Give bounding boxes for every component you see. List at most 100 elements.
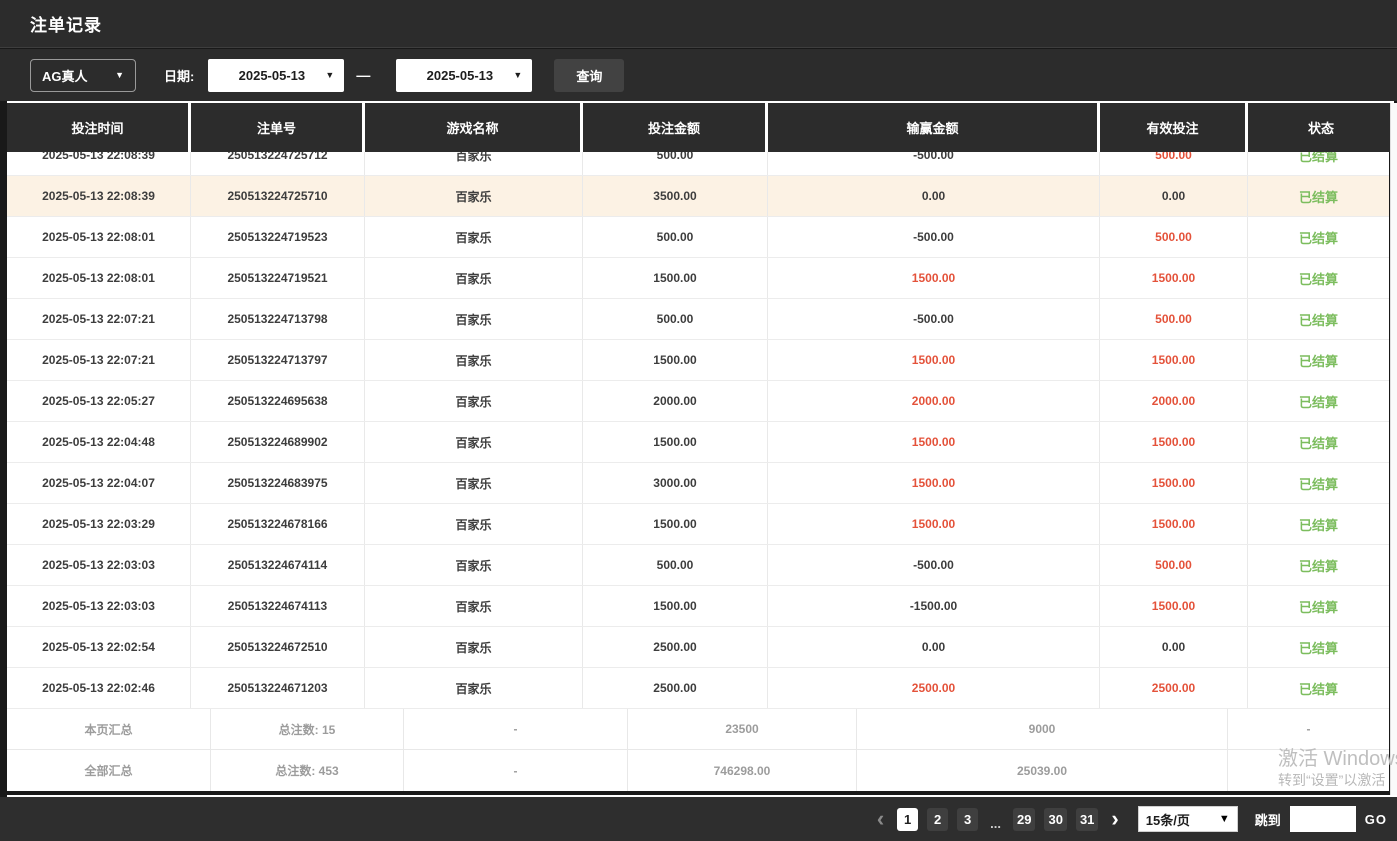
table-row[interactable]: 2025-05-13 22:03:03250513224674114百家乐500… — [7, 545, 1389, 586]
table-cell: 已结算 — [1248, 152, 1389, 175]
table-cell: 百家乐 — [365, 627, 583, 667]
table-cell: 500.00 — [583, 545, 768, 585]
table-cell: 2025-05-13 22:04:48 — [7, 422, 191, 462]
table-row[interactable]: 2025-05-13 22:05:27250513224695638百家乐200… — [7, 381, 1389, 422]
table-cell: 1500.00 — [768, 463, 1100, 503]
table-cell: 250513224719523 — [191, 217, 365, 257]
top-bar: 注单记录 — [0, 0, 1397, 48]
table-cell: 百家乐 — [365, 504, 583, 544]
table-cell: 500.00 — [583, 217, 768, 257]
table-cell: 2025-05-13 22:04:07 — [7, 463, 191, 503]
table-cell: 已结算 — [1248, 258, 1389, 298]
table-cell: 1500.00 — [768, 258, 1100, 298]
pagination-ellipsis: ... — [987, 816, 1004, 831]
table-cell: 2025-05-13 22:08:39 — [7, 176, 191, 216]
page-size-select[interactable]: 15条/页 ▼ — [1138, 806, 1238, 832]
table-cell: 已结算 — [1248, 381, 1389, 421]
jump-to-label: 跳到 — [1255, 810, 1281, 829]
table-cell: 百家乐 — [365, 586, 583, 626]
table-cell: 250513224678166 — [191, 504, 365, 544]
date-to-select[interactable]: 2025-05-13 ▼ — [396, 59, 532, 92]
table-cell: 2025-05-13 22:08:01 — [7, 217, 191, 257]
windows-activation-watermark-line1: 激活 Windows — [1278, 742, 1397, 771]
table-row[interactable]: 2025-05-13 22:02:54250513224672510百家乐250… — [7, 627, 1389, 668]
table-row[interactable]: 2025-05-13 22:08:01250513224719521百家乐150… — [7, 258, 1389, 299]
table-cell: -500.00 — [768, 545, 1100, 585]
table-row[interactable]: 2025-05-13 22:08:39250513224725710百家乐350… — [7, 176, 1389, 217]
table-row[interactable]: 2025-05-13 22:03:29250513224678166百家乐150… — [7, 504, 1389, 545]
table-cell: 已结算 — [1248, 504, 1389, 544]
query-button[interactable]: 查询 — [554, 59, 624, 92]
next-page-icon[interactable]: › — [1107, 808, 1122, 830]
table-cell: 250513224674113 — [191, 586, 365, 626]
table-cell: 0.00 — [1100, 627, 1248, 667]
table-row[interactable]: 2025-05-13 22:08:01250513224719523百家乐500… — [7, 217, 1389, 258]
chevron-down-icon: ▼ — [325, 71, 334, 80]
summary-cell: 总注数: 453 — [211, 750, 404, 791]
table-row[interactable]: 2025-05-13 22:04:48250513224689902百家乐150… — [7, 422, 1389, 463]
prev-page-icon[interactable]: ‹ — [873, 808, 888, 830]
table-cell: 3500.00 — [583, 176, 768, 216]
column-header: 投注时间 — [7, 103, 191, 152]
page-title: 注单记录 — [30, 11, 102, 36]
table-cell: 1500.00 — [583, 422, 768, 462]
vertical-scrollbar[interactable] — [1390, 103, 1397, 795]
table-cell: 已结算 — [1248, 668, 1389, 708]
table-row[interactable]: 2025-05-13 22:03:03250513224674113百家乐150… — [7, 586, 1389, 627]
table-cell: 500.00 — [583, 299, 768, 339]
table-cell: 250513224672510 — [191, 627, 365, 667]
summary-cell: 25039.00 — [857, 750, 1228, 791]
page-button-30[interactable]: 30 — [1044, 808, 1066, 831]
table-row[interactable]: 2025-05-13 22:07:21250513224713797百家乐150… — [7, 340, 1389, 381]
summary-row: 全部汇总总注数: 453-746298.0025039.00 — [7, 750, 1389, 791]
column-header: 状态 — [1248, 103, 1394, 152]
page-button-29[interactable]: 29 — [1013, 808, 1035, 831]
table-cell: 250513224671203 — [191, 668, 365, 708]
table-cell: 2025-05-13 22:07:21 — [7, 340, 191, 380]
column-header: 有效投注 — [1100, 103, 1248, 152]
table-cell: 2025-05-13 22:08:39 — [7, 152, 191, 175]
table-cell: -500.00 — [768, 217, 1100, 257]
date-from-select[interactable]: 2025-05-13 ▼ — [208, 59, 344, 92]
table-row[interactable]: 2025-05-13 22:04:07250513224683975百家乐300… — [7, 463, 1389, 504]
table-cell: 1500.00 — [583, 258, 768, 298]
table-cell: 250513224695638 — [191, 381, 365, 421]
table-cell: 2000.00 — [768, 381, 1100, 421]
column-header: 注单号 — [191, 103, 365, 152]
table-cell: 2500.00 — [768, 668, 1100, 708]
table-cell: 250513224713798 — [191, 299, 365, 339]
table-cell: 已结算 — [1248, 422, 1389, 462]
game-select[interactable]: AG真人 ▼ — [30, 59, 136, 92]
page-button-31[interactable]: 31 — [1076, 808, 1098, 831]
summary-cell: 746298.00 — [628, 750, 857, 791]
table-cell: 百家乐 — [365, 545, 583, 585]
table-cell: 1500.00 — [1100, 586, 1248, 626]
date-from-value: 2025-05-13 — [218, 68, 325, 83]
table-cell: 0.00 — [768, 176, 1100, 216]
page-button-1[interactable]: 1 — [897, 808, 918, 831]
table-row[interactable]: 2025-05-13 22:07:21250513224713798百家乐500… — [7, 299, 1389, 340]
table-cell: 已结算 — [1248, 176, 1389, 216]
table-header: 投注时间注单号游戏名称投注金额输赢金额有效投注状态 — [7, 101, 1394, 152]
column-header: 投注金额 — [583, 103, 768, 152]
table-cell: 1500.00 — [1100, 340, 1248, 380]
summary-cell: 9000 — [857, 709, 1228, 749]
page-button-3[interactable]: 3 — [957, 808, 978, 831]
chevron-down-icon: ▼ — [513, 71, 522, 80]
table-cell: 已结算 — [1248, 340, 1389, 380]
table-cell: 500.00 — [1100, 217, 1248, 257]
table-row[interactable]: 2025-05-13 22:02:46250513224671203百家乐250… — [7, 668, 1389, 709]
summary-cell: - — [404, 709, 628, 749]
jump-to-page-input[interactable] — [1290, 806, 1356, 832]
table-cell: 2025-05-13 22:05:27 — [7, 381, 191, 421]
summary-row: 本页汇总总注数: 15-235009000- — [7, 709, 1389, 750]
table-cell: 2500.00 — [583, 627, 768, 667]
table-cell: 2025-05-13 22:07:21 — [7, 299, 191, 339]
table-row[interactable]: 2025-05-13 22:08:39250513224725712百家乐500… — [7, 152, 1389, 176]
table-cell: 3000.00 — [583, 463, 768, 503]
page-button-2[interactable]: 2 — [927, 808, 948, 831]
table-cell: 百家乐 — [365, 340, 583, 380]
table-cell: 0.00 — [1100, 176, 1248, 216]
go-button[interactable]: GO — [1365, 812, 1389, 827]
table-cell: -1500.00 — [768, 586, 1100, 626]
